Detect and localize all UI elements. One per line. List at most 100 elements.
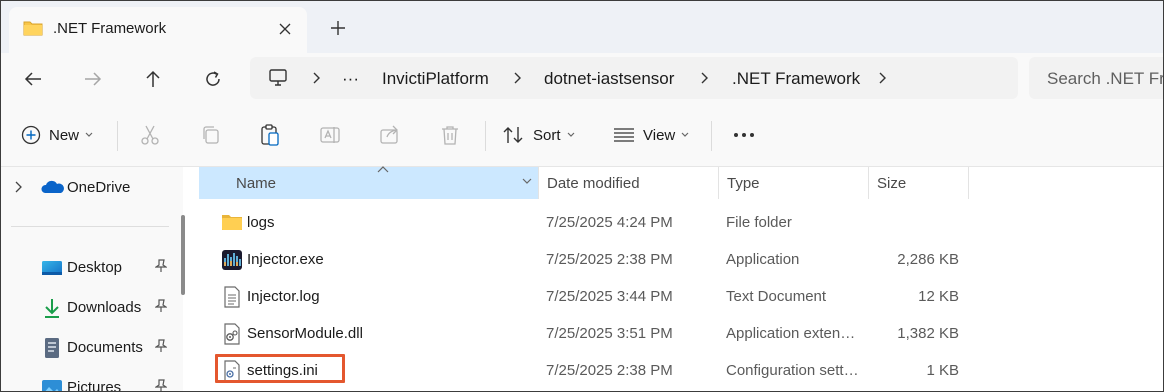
sort-button[interactable]: Sort <box>503 103 575 167</box>
new-label: New <box>49 126 80 144</box>
table-row[interactable]: Injector.exe 7/25/2025 2:38 PM Applicati… <box>197 241 1163 278</box>
breadcrumb-more-button[interactable]: ··· <box>342 69 359 89</box>
share-button[interactable] <box>379 103 401 167</box>
onedrive-icon <box>41 177 64 199</box>
navigation-bar: ··· InvictiPlatform dotnet-iastsensor .N… <box>1 53 1163 103</box>
sidebar-item-onedrive[interactable]: OneDrive <box>1 171 183 203</box>
sidebar-item-label: Desktop <box>67 259 123 276</box>
forward-button[interactable] <box>79 65 107 93</box>
file-type: Application <box>726 251 800 268</box>
file-explorer-window: .NET Framework ··· InvictiPlatform dotne… <box>0 0 1164 392</box>
breadcrumb-dotnet-iastsensor[interactable]: dotnet-iastsensor <box>544 69 674 89</box>
downloads-icon <box>41 297 63 319</box>
copy-icon <box>203 126 219 144</box>
navigation-pane-scrollbar[interactable] <box>181 215 185 295</box>
column-header-name[interactable]: Name <box>199 166 539 199</box>
sidebar-item-label: Documents <box>67 339 143 356</box>
chevron-down-icon <box>681 132 689 137</box>
sidebar-item-label: OneDrive <box>67 179 131 196</box>
sidebar-item-pictures[interactable]: Pictures <box>1 371 183 392</box>
breadcrumb-net-framework[interactable]: .NET Framework <box>732 69 860 89</box>
file-size: 1 KB <box>926 362 959 379</box>
column-header-date[interactable]: Date modified <box>539 167 719 199</box>
documents-icon <box>41 337 63 359</box>
chevron-down-icon <box>567 132 574 137</box>
chevron-right-icon[interactable] <box>876 69 890 87</box>
new-tab-button[interactable] <box>323 15 353 41</box>
sidebar-item-desktop[interactable]: Desktop <box>1 251 183 283</box>
plus-icon <box>331 21 345 35</box>
file-date: 7/25/2025 2:38 PM <box>546 362 673 379</box>
refresh-button[interactable] <box>199 65 227 93</box>
folder-icon <box>221 212 243 234</box>
column-header-type[interactable]: Type <box>719 167 869 199</box>
sidebar-divider <box>11 226 169 227</box>
sidebar-item-label: Downloads <box>67 299 142 316</box>
text-file-icon <box>221 286 243 308</box>
cut-button[interactable] <box>139 103 161 167</box>
pictures-icon <box>41 377 63 391</box>
chevron-down-icon <box>522 178 532 184</box>
chevron-right-icon[interactable] <box>511 69 525 87</box>
tab-strip: .NET Framework <box>1 1 1163 53</box>
sort-icon <box>503 127 523 143</box>
tab-title: .NET Framework <box>53 20 167 37</box>
copy-button[interactable] <box>200 103 222 167</box>
refresh-icon <box>206 71 220 86</box>
search-input[interactable]: Search .NET Framework <box>1029 57 1164 99</box>
arrow-left-icon <box>24 72 41 86</box>
sidebar-item-documents[interactable]: Documents <box>1 331 183 363</box>
column-headers: Name Date modified Type Size <box>197 166 1163 199</box>
toolbar-divider <box>485 121 486 151</box>
pin-icon[interactable] <box>154 379 168 391</box>
view-label: View <box>643 126 676 144</box>
column-date-label: Date modified <box>547 175 640 192</box>
rename-button[interactable] <box>319 103 341 167</box>
file-name: Injector.log <box>247 288 320 305</box>
breadcrumb-invictiplatform[interactable]: InvictiPlatform <box>382 69 489 89</box>
close-tab-icon[interactable] <box>273 17 297 41</box>
tab-active[interactable]: .NET Framework <box>9 7 307 53</box>
column-name-label: Name <box>236 175 277 192</box>
pin-icon[interactable] <box>154 299 168 318</box>
column-header-size[interactable]: Size <box>869 167 969 199</box>
search-placeholder: Search .NET Framework <box>1047 69 1164 88</box>
trash-icon <box>442 126 458 145</box>
chevron-right-icon[interactable] <box>15 180 23 198</box>
arrow-right-icon <box>85 72 102 86</box>
table-row[interactable]: Injector.log 7/25/2025 3:44 PM Text Docu… <box>197 278 1163 315</box>
view-lines-icon <box>614 128 634 142</box>
computer-icon <box>268 68 288 93</box>
new-button[interactable]: New <box>21 103 93 167</box>
table-row[interactable]: SensorModule.dll 7/25/2025 3:51 PM Appli… <box>197 315 1163 352</box>
file-size: 1,382 KB <box>897 325 959 342</box>
file-type: File folder <box>726 214 792 231</box>
file-size: 2,286 KB <box>897 251 959 268</box>
view-button[interactable]: View <box>613 103 689 167</box>
file-date: 7/25/2025 2:38 PM <box>546 251 673 268</box>
address-bar[interactable]: ··· InvictiPlatform dotnet-iastsensor .N… <box>250 57 1018 99</box>
file-type: Configuration setti… <box>726 362 860 379</box>
column-type-label: Type <box>727 175 760 192</box>
sidebar-item-downloads[interactable]: Downloads <box>1 291 183 323</box>
table-row[interactable]: logs 7/25/2025 4:24 PM File folder <box>197 204 1163 241</box>
desktop-icon <box>41 257 63 279</box>
more-options-button[interactable] <box>733 103 755 167</box>
column-size-label: Size <box>877 175 907 192</box>
up-button[interactable] <box>139 65 167 93</box>
arrow-up-icon <box>146 70 160 87</box>
highlight-annotation-box <box>215 354 345 383</box>
command-bar: New Sort View <box>1 103 1163 167</box>
delete-button[interactable] <box>440 103 460 167</box>
back-button[interactable] <box>19 65 47 93</box>
paste-button[interactable] <box>259 103 281 167</box>
clipboard-icon <box>261 124 279 146</box>
share-icon <box>380 125 398 144</box>
file-type: Application extens… <box>726 325 860 342</box>
chevron-down-icon <box>85 132 93 137</box>
pin-icon[interactable] <box>154 339 168 358</box>
pin-icon[interactable] <box>154 259 168 278</box>
file-date: 7/25/2025 3:51 PM <box>546 325 673 342</box>
chevron-right-icon[interactable] <box>698 69 712 87</box>
sidebar-item-label: Pictures <box>67 379 122 392</box>
